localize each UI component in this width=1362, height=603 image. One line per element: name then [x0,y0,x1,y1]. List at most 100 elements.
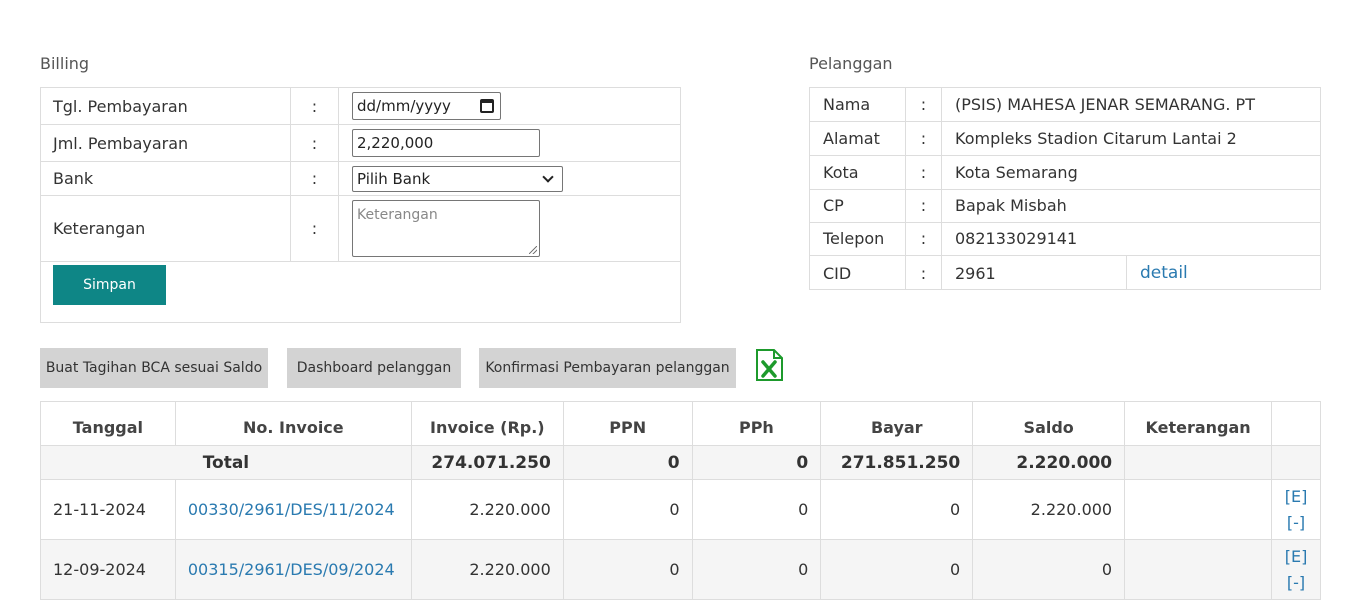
pelanggan-row-telepon: Telepon : 082133029141 [810,222,1320,256]
colon: : [291,125,339,161]
total-pph: 0 [691,445,822,480]
col-keterangan: Keterangan [1124,401,1273,446]
table-row: 12-09-2024 00315/2961/DES/09/2024 2.220.… [40,539,1321,600]
col-saldo: Saldo [972,401,1126,446]
pelanggan-row-cid: CID : 2961 detail [810,256,1320,290]
pelanggan-row-alamat: Alamat : Kompleks Stadion Citarum Lantai… [810,122,1320,156]
telepon-label: Telepon [810,222,906,255]
total-bayar: 271.851.250 [820,445,974,480]
pelanggan-table: Nama : (PSIS) MAHESA JENAR SEMARANG. PT … [809,87,1321,290]
invoice-link[interactable]: 00330/2961/DES/11/2024 [174,479,412,540]
tanggal-cell: 12-09-2024 [40,539,176,600]
ppn-cell: 0 [562,479,693,540]
bank-select[interactable]: Pilih Bank [352,165,563,192]
col-actions [1271,401,1321,446]
invoice-link[interactable]: 00315/2961/DES/09/2024 [174,539,412,600]
keterangan-textarea[interactable]: Keterangan [352,200,540,257]
table-row: 21-11-2024 00330/2961/DES/11/2024 2.220.… [40,479,1321,540]
billing-form: Tgl. Pembayaran : dd/mm/yyyy Jml. Pembay… [40,87,681,323]
total-keterangan [1124,445,1273,480]
tgl-label: Tgl. Pembayaran [41,88,291,124]
calendar-icon[interactable] [480,99,494,113]
jml-pembayaran-input[interactable]: 2,220,000 [352,129,540,157]
jml-label: Jml. Pembayaran [41,125,291,161]
col-ppn: PPN [562,401,693,446]
edit-link[interactable]: [E] [1272,544,1320,570]
pph-cell: 0 [691,539,822,600]
pelanggan-row-cp: CP : Bapak Misbah [810,189,1320,223]
keterangan-cell [1124,479,1273,540]
keterangan-label: Keterangan [41,196,291,261]
colon: : [906,122,942,155]
colon: : [291,88,339,124]
keterangan-cell [1124,539,1273,600]
colon: : [906,189,942,222]
col-invoice: Invoice (Rp.) [410,401,564,446]
bank-select-value: Pilih Bank [357,169,431,188]
alamat-label: Alamat [810,122,906,155]
colon: : [906,156,942,189]
pelanggan-title: Pelanggan [809,54,893,73]
col-no-invoice: No. Invoice [174,401,412,446]
kota-label: Kota [810,156,906,189]
total-ppn: 0 [562,445,693,480]
colon: : [906,222,942,255]
col-tanggal: Tanggal [40,401,176,446]
colon: : [906,88,942,121]
edit-link[interactable]: [E] [1272,484,1320,510]
simpan-button[interactable]: Simpan [53,265,166,305]
total-row: Total 274.071.250 0 0 271.851.250 2.220.… [40,445,1321,480]
invoice-cell: 2.220.000 [410,539,564,600]
chevron-down-icon [542,170,554,183]
col-bayar: Bayar [820,401,974,446]
total-saldo: 2.220.000 [972,445,1126,480]
ppn-cell: 0 [562,539,693,600]
dashboard-pelanggan-button[interactable]: Dashboard pelanggan [287,348,461,388]
delete-link[interactable]: [-] [1272,510,1320,536]
total-invoice: 274.071.250 [410,445,564,480]
saldo-cell: 0 [972,539,1126,600]
detail-link[interactable]: detail [1127,256,1320,290]
cp-value: Bapak Misbah [955,196,1067,215]
table-header-row: Tanggal No. Invoice Invoice (Rp.) PPN PP… [40,401,1321,446]
colon: : [291,162,339,195]
billing-title: Billing [40,54,90,73]
billing-row-jml: Jml. Pembayaran : 2,220,000 [41,125,680,162]
alamat-value: Kompleks Stadion Citarum Lantai 2 [955,129,1237,148]
total-label: Total [40,445,412,480]
konfirmasi-pembayaran-button[interactable]: Konfirmasi Pembayaran pelanggan [479,348,736,388]
billing-row-keterangan: Keterangan : Keterangan [41,196,680,262]
nama-label: Nama [810,88,906,121]
saldo-cell: 2.220.000 [972,479,1126,540]
colon: : [906,256,942,290]
excel-icon[interactable] [755,349,783,381]
cid-label: CID [810,256,906,290]
tanggal-cell: 21-11-2024 [40,479,176,540]
kota-value: Kota Semarang [955,163,1078,182]
pph-cell: 0 [691,479,822,540]
pelanggan-row-nama: Nama : (PSIS) MAHESA JENAR SEMARANG. PT [810,88,1320,122]
resize-handle-icon[interactable] [529,246,537,254]
bank-label: Bank [41,162,291,195]
date-value: dd/mm/yyyy [357,97,451,115]
invoice-cell: 2.220.000 [410,479,564,540]
row-actions: [E] [-] [1271,479,1321,540]
row-actions: [E] [-] [1271,539,1321,600]
col-pph: PPh [691,401,822,446]
delete-link[interactable]: [-] [1272,570,1320,596]
invoice-table: Tanggal No. Invoice Invoice (Rp.) PPN PP… [40,401,1321,600]
cid-value: 2961 [942,256,1127,290]
nama-value: (PSIS) MAHESA JENAR SEMARANG. PT [955,95,1255,114]
colon: : [291,196,339,261]
billing-row-bank: Bank : Pilih Bank [41,162,680,196]
billing-row-tgl: Tgl. Pembayaran : dd/mm/yyyy [41,88,680,125]
telepon-value: 082133029141 [955,229,1078,248]
tgl-pembayaran-input[interactable]: dd/mm/yyyy [352,92,501,120]
buat-tagihan-button[interactable]: Buat Tagihan BCA sesuai Saldo [40,348,268,388]
keterangan-placeholder: Keterangan [357,207,438,223]
bayar-cell: 0 [820,479,974,540]
total-actions [1271,445,1321,480]
pelanggan-row-kota: Kota : Kota Semarang [810,156,1320,190]
cp-label: CP [810,189,906,222]
bayar-cell: 0 [820,539,974,600]
